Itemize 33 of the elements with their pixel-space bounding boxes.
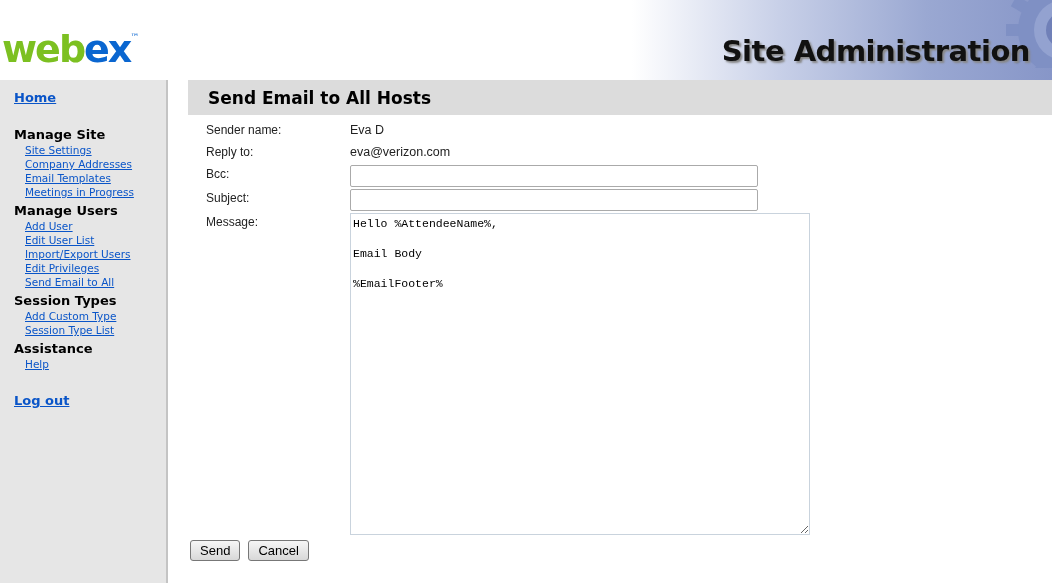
send-button[interactable]: Send <box>190 540 241 561</box>
section-heading: Manage Site <box>14 127 106 142</box>
home-link[interactable]: Home <box>14 90 57 105</box>
sidebar-link[interactable]: Help <box>25 357 49 371</box>
field-value: eva@verizon.com <box>350 144 451 159</box>
sidebar-link[interactable]: Edit User List <box>25 233 95 247</box>
field-label: Bcc: <box>206 166 231 181</box>
section-heading: Session Types <box>14 293 117 308</box>
field-label: Sender name: <box>206 122 283 137</box>
cancel-button[interactable]: Cancel <box>248 540 309 561</box>
page-title: Send Email to All Hosts <box>188 80 1052 115</box>
section-heading: Assistance <box>14 341 93 356</box>
logo: webex™ <box>2 30 140 68</box>
input-field[interactable] <box>350 165 758 187</box>
sidebar-link[interactable]: Meetings in Progress <box>25 185 134 199</box>
sidebar-link[interactable]: Session Type List <box>25 323 115 337</box>
sidebar-link[interactable]: Email Templates <box>25 171 111 185</box>
field-label: Subject: <box>206 190 251 205</box>
sidebar-link[interactable]: Add User <box>25 219 73 233</box>
sidebar-link[interactable]: Send Email to All <box>25 275 115 289</box>
field-label: Reply to: <box>206 144 255 159</box>
sidebar-link[interactable]: Company Addresses <box>25 157 133 171</box>
sidebar-link[interactable]: Edit Privileges <box>25 261 100 275</box>
sidebar-link[interactable]: Add Custom Type <box>25 309 117 323</box>
sidebar-link[interactable]: Site Settings <box>25 143 92 157</box>
message-field[interactable]: Hello %AttendeeName%, Email Body %EmailFooter% <box>350 213 810 535</box>
sidebar-link[interactable]: Import/Export Users <box>25 247 131 261</box>
logout-link[interactable]: Log out <box>14 393 70 408</box>
field-label: Message: <box>206 214 260 229</box>
site-title: Site Administration <box>721 34 1030 68</box>
field-value: Eva D <box>350 122 385 137</box>
section-heading: Manage Users <box>14 203 118 218</box>
input-field[interactable] <box>350 189 758 211</box>
